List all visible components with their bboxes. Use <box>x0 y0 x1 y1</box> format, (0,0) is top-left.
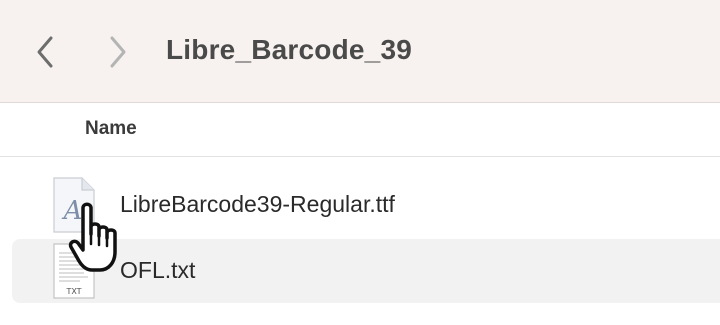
file-row[interactable]: A LibreBarcode39-Regular.ttf <box>12 173 720 237</box>
finder-window: Libre_Barcode_39 Name A LibreBarcode39-R… <box>0 0 720 325</box>
file-name: OFL.txt <box>120 257 196 283</box>
svg-text:TXT: TXT <box>65 287 81 296</box>
name-column-header[interactable]: Name <box>85 118 137 140</box>
window-title: Libre_Barcode_39 <box>166 34 412 65</box>
forward-button[interactable] <box>103 32 133 72</box>
chevron-left-icon <box>37 36 53 68</box>
file-name: LibreBarcode39-Regular.ttf <box>120 191 395 217</box>
file-row-selected[interactable]: TXT OFL.txt <box>12 239 720 303</box>
font-file-icon: A <box>50 176 96 234</box>
text-file-icon: TXT <box>50 242 96 300</box>
column-header-row: Name <box>0 103 720 157</box>
svg-text:A: A <box>62 196 83 226</box>
toolbar: Libre_Barcode_39 <box>0 0 720 103</box>
chevron-right-icon <box>110 36 126 68</box>
back-button[interactable] <box>30 32 60 72</box>
